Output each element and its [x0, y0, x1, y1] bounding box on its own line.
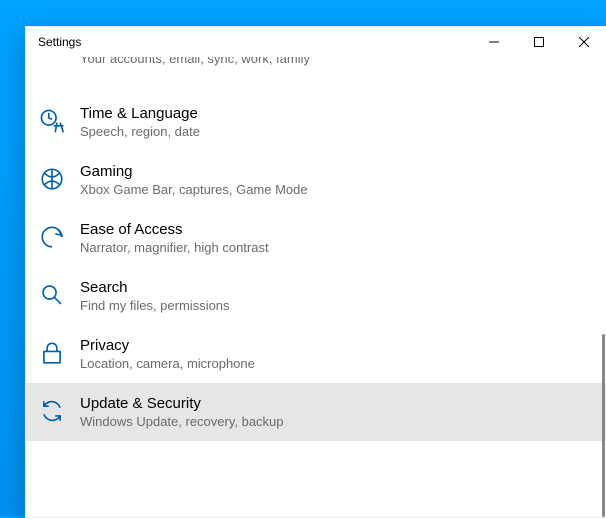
category-text: Ease of Access Narrator, magnifier, high…	[80, 221, 269, 255]
window-title: Settings	[26, 35, 81, 49]
category-text: Search Find my files, permissions	[80, 279, 230, 313]
scrollbar-thumb[interactable]	[602, 334, 605, 517]
category-title: Time & Language	[80, 105, 200, 122]
category-subtitle: Location, camera, microphone	[80, 356, 255, 371]
category-text: Gaming Xbox Game Bar, captures, Game Mod…	[80, 163, 308, 197]
category-text: Your accounts, email, sync, work, family	[80, 57, 310, 66]
privacy-icon	[38, 339, 66, 367]
maximize-button[interactable]	[516, 27, 561, 57]
category-subtitle: Windows Update, recovery, backup	[80, 414, 284, 429]
category-title: Update & Security	[80, 395, 284, 412]
category-list[interactable]: Your accounts, email, sync, work, family…	[26, 57, 606, 517]
titlebar: Settings	[26, 27, 606, 57]
search-icon	[38, 281, 66, 309]
close-button[interactable]	[561, 27, 606, 57]
category-ease-of-access[interactable]: Ease of Access Narrator, magnifier, high…	[26, 209, 606, 267]
category-time-language[interactable]: Time & Language Speech, region, date	[26, 93, 606, 151]
category-title: Gaming	[80, 163, 308, 180]
category-subtitle: Xbox Game Bar, captures, Game Mode	[80, 182, 308, 197]
category-text: Time & Language Speech, region, date	[80, 105, 200, 139]
category-update-security[interactable]: Update & Security Windows Update, recove…	[26, 383, 606, 441]
gaming-icon	[38, 165, 66, 193]
category-privacy[interactable]: Privacy Location, camera, microphone	[26, 325, 606, 383]
category-text: Update & Security Windows Update, recove…	[80, 395, 284, 429]
category-gaming[interactable]: Gaming Xbox Game Bar, captures, Game Mod…	[26, 151, 606, 209]
time-language-icon	[38, 107, 66, 135]
update-security-icon	[38, 397, 66, 425]
window-buttons	[471, 27, 606, 57]
settings-window: Settings Your accounts, email, sync, wor…	[25, 26, 606, 518]
category-text: Privacy Location, camera, microphone	[80, 337, 255, 371]
category-title: Search	[80, 279, 230, 296]
category-subtitle: Speech, region, date	[80, 124, 200, 139]
minimize-button[interactable]	[471, 27, 516, 57]
ease-of-access-icon	[38, 223, 66, 251]
category-title: Privacy	[80, 337, 255, 354]
category-accounts[interactable]: Your accounts, email, sync, work, family	[26, 57, 606, 93]
category-search[interactable]: Search Find my files, permissions	[26, 267, 606, 325]
category-subtitle: Narrator, magnifier, high contrast	[80, 240, 269, 255]
settings-categories: Your accounts, email, sync, work, family…	[26, 57, 606, 517]
category-title: Ease of Access	[80, 221, 269, 238]
category-subtitle: Find my files, permissions	[80, 298, 230, 313]
category-subtitle: Your accounts, email, sync, work, family	[80, 57, 310, 66]
